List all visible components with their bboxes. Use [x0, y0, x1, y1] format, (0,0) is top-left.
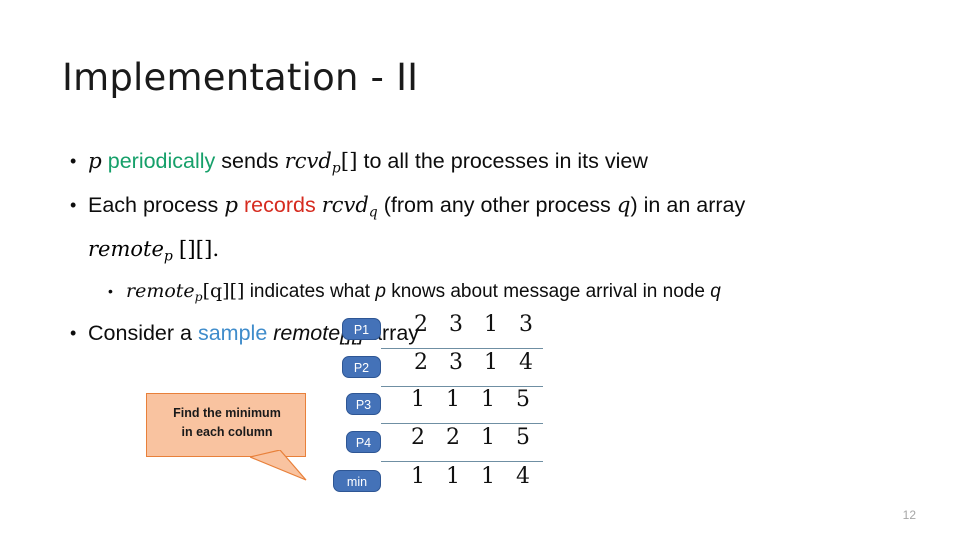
bullet-1-math-subscript: p	[331, 160, 341, 177]
bullet-1-math-brackets: []	[340, 149, 358, 174]
row-label-badge[interactable]: P3	[346, 393, 381, 415]
bullet-2-mid: (from any other process	[383, 193, 611, 218]
bullet-3-keyword-sample: sample	[197, 321, 268, 346]
sub-bullet-var-p: p	[375, 281, 386, 303]
row-values: 2 3 1 4	[414, 350, 540, 375]
bullet-marker-icon: •	[70, 323, 77, 344]
row-label-badge[interactable]: P1	[342, 318, 381, 340]
bullet-2-lead: Each process	[88, 193, 219, 218]
row-separator	[381, 348, 543, 349]
row-separator	[381, 461, 543, 462]
row-values: 1 1 1 4	[411, 464, 537, 489]
sub-bullet-math-subscript: p	[194, 290, 203, 305]
bullet-2-keyword-records: records	[244, 193, 316, 218]
callout-line-1: Find the minimum	[173, 406, 281, 420]
bullet-marker-icon: •	[70, 195, 77, 216]
bullet-2-math-rcvd: rcvd	[321, 193, 369, 218]
callout-line-2: in each column	[181, 425, 273, 439]
bullet-2-var-q: q	[616, 193, 631, 219]
bullet-2-cont-math-remote: remote	[88, 236, 164, 261]
bullet-item-2-sub: • remotep[q][] indicates what p knows abo…	[62, 274, 902, 315]
callout-text: Find the minimum in each column	[147, 404, 307, 442]
bullet-marker-icon: •	[70, 151, 77, 171]
sub-bullet-math-remote: remote	[126, 280, 195, 303]
bullet-3-lead: Consider a	[88, 321, 192, 346]
sub-bullet-var-q: q	[710, 281, 721, 303]
bullet-2-var-p: p	[224, 193, 239, 219]
row-label-badge[interactable]: min	[333, 470, 381, 492]
bullet-1-keyword-periodically: periodically	[107, 149, 216, 173]
bullet-1-mid: sends	[221, 149, 279, 173]
row-separator	[381, 423, 543, 424]
bullet-2-math-subscript: q	[368, 204, 378, 221]
bullet-1-tail: to all the processes in its view	[363, 149, 648, 173]
bullet-1-math-rcvd: rcvd	[284, 149, 332, 173]
bullet-item-1: • p periodically sends rcvdp[] to all the…	[62, 143, 902, 187]
bullet-2-cont-subscript: p	[163, 248, 173, 265]
page-number: 12	[902, 508, 916, 522]
bullet-2-tail: ) in an array	[630, 193, 746, 218]
sub-bullet-math-index: [q][]	[202, 280, 245, 303]
row-label-badge[interactable]: P4	[346, 431, 381, 453]
callout-tail-icon	[250, 450, 307, 481]
callout-box: Find the minimum in each column	[146, 393, 306, 457]
slide-canvas: Implementation - II • p periodically send…	[0, 0, 960, 540]
bullet-item-2: • Each process p records rcvdq (from any …	[62, 187, 902, 231]
row-label-badge[interactable]: P2	[342, 356, 381, 378]
bullet-item-2-continuation: remotep [][].	[62, 232, 902, 274]
row-values: 2 2 1 5	[411, 425, 537, 450]
bullet-2-cont-brackets: [][].	[178, 236, 220, 262]
sub-bullet-mid: indicates what	[249, 281, 371, 303]
sub-bullet-marker-icon: •	[108, 283, 113, 300]
page-title: Implementation - II	[62, 56, 419, 99]
bullet-1-var-p: p	[88, 149, 102, 174]
row-values: 1 1 1 5	[411, 387, 537, 412]
sub-bullet-tail: knows about message arrival in node	[391, 281, 705, 303]
row-values: 2 3 1 3	[414, 312, 540, 337]
